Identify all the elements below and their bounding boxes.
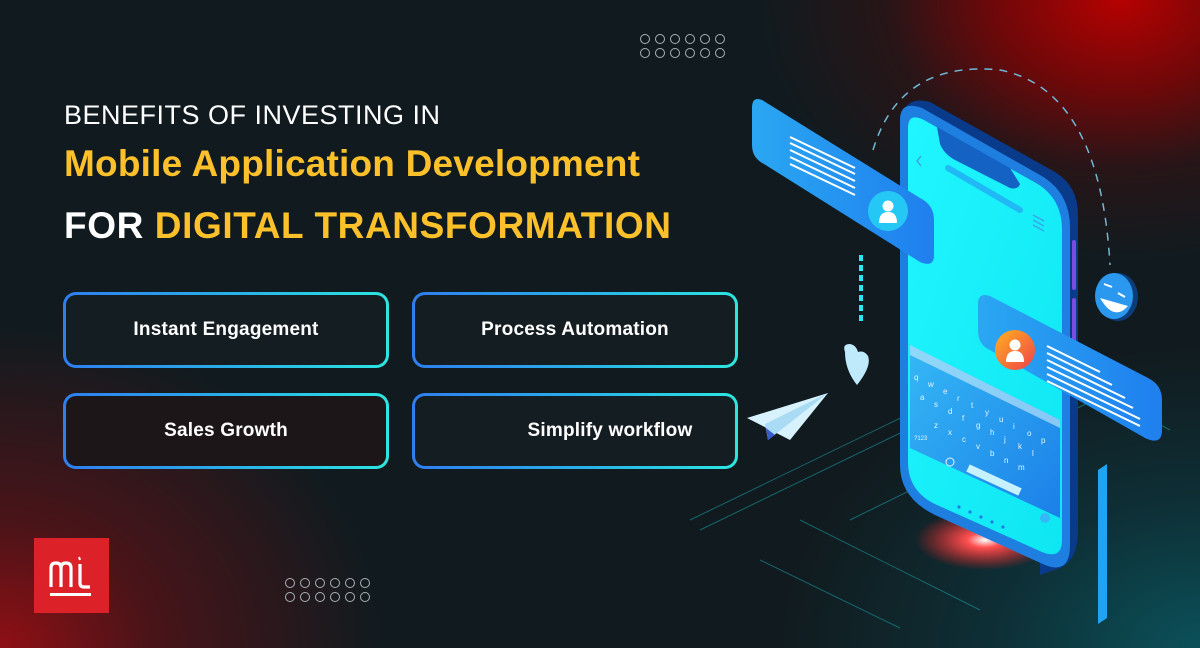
decorative-dash-marks	[859, 255, 863, 321]
svg-text:?123: ?123	[914, 436, 928, 442]
svg-text:x: x	[948, 428, 952, 437]
title-main: Mobile Application Development	[64, 143, 641, 184]
decorative-dots-top	[640, 34, 727, 58]
title-sub-highlight: DIGITAL TRANSFORMATION	[154, 205, 672, 246]
decorative-dots-bottom	[285, 578, 372, 602]
svg-text:b: b	[990, 449, 995, 458]
title-sub: FOR DIGITAL TRANSFORMATION	[64, 205, 672, 247]
volume-button	[1072, 240, 1076, 290]
svg-text:c: c	[962, 435, 966, 444]
benefit-label: Instant Engagement	[133, 319, 319, 340]
benefit-card-instant-engagement: Instant Engagement	[63, 292, 389, 368]
search-key-icon	[1040, 513, 1050, 523]
emoji-face-icon	[1095, 273, 1138, 321]
decorative-vertical-bar	[1098, 464, 1107, 624]
svg-text:o: o	[1027, 429, 1032, 438]
svg-text:a: a	[920, 393, 925, 402]
svg-text:z: z	[934, 421, 938, 430]
svg-text:u: u	[999, 415, 1003, 424]
title-sub-prefix: FOR	[64, 205, 144, 246]
svg-text:s: s	[934, 400, 938, 409]
svg-text:r: r	[957, 394, 960, 403]
svg-text:m: m	[1018, 463, 1025, 472]
svg-text:q: q	[914, 373, 918, 382]
svg-text:l: l	[1032, 449, 1034, 458]
svg-text:v: v	[976, 442, 980, 451]
company-logo	[34, 538, 109, 613]
svg-text:n: n	[1004, 456, 1008, 465]
svg-text:g: g	[976, 421, 980, 430]
power-button	[1072, 298, 1076, 342]
benefit-label: Sales Growth	[164, 420, 288, 441]
svg-text:j: j	[1003, 435, 1006, 444]
svg-text:e: e	[943, 387, 948, 396]
benefit-card-sales-growth: Sales Growth	[63, 393, 389, 469]
svg-text:p: p	[1041, 436, 1046, 445]
paper-plane-icon	[747, 393, 828, 440]
svg-text:d: d	[948, 407, 952, 416]
title-eyebrow: BENEFITS OF INVESTING IN	[64, 100, 441, 130]
mt-logo-icon	[49, 556, 91, 596]
svg-text:w: w	[927, 380, 934, 389]
banner: BENEFITS OF INVESTING IN Mobile Applicat…	[0, 0, 1200, 648]
svg-text:h: h	[990, 428, 994, 437]
svg-text:i: i	[1013, 422, 1015, 431]
heart-icon	[844, 344, 869, 385]
phone-illustration: qwertyuiop asdfghjkl zxcvbnm ?123	[689, 68, 1171, 629]
svg-text:y: y	[985, 408, 989, 417]
